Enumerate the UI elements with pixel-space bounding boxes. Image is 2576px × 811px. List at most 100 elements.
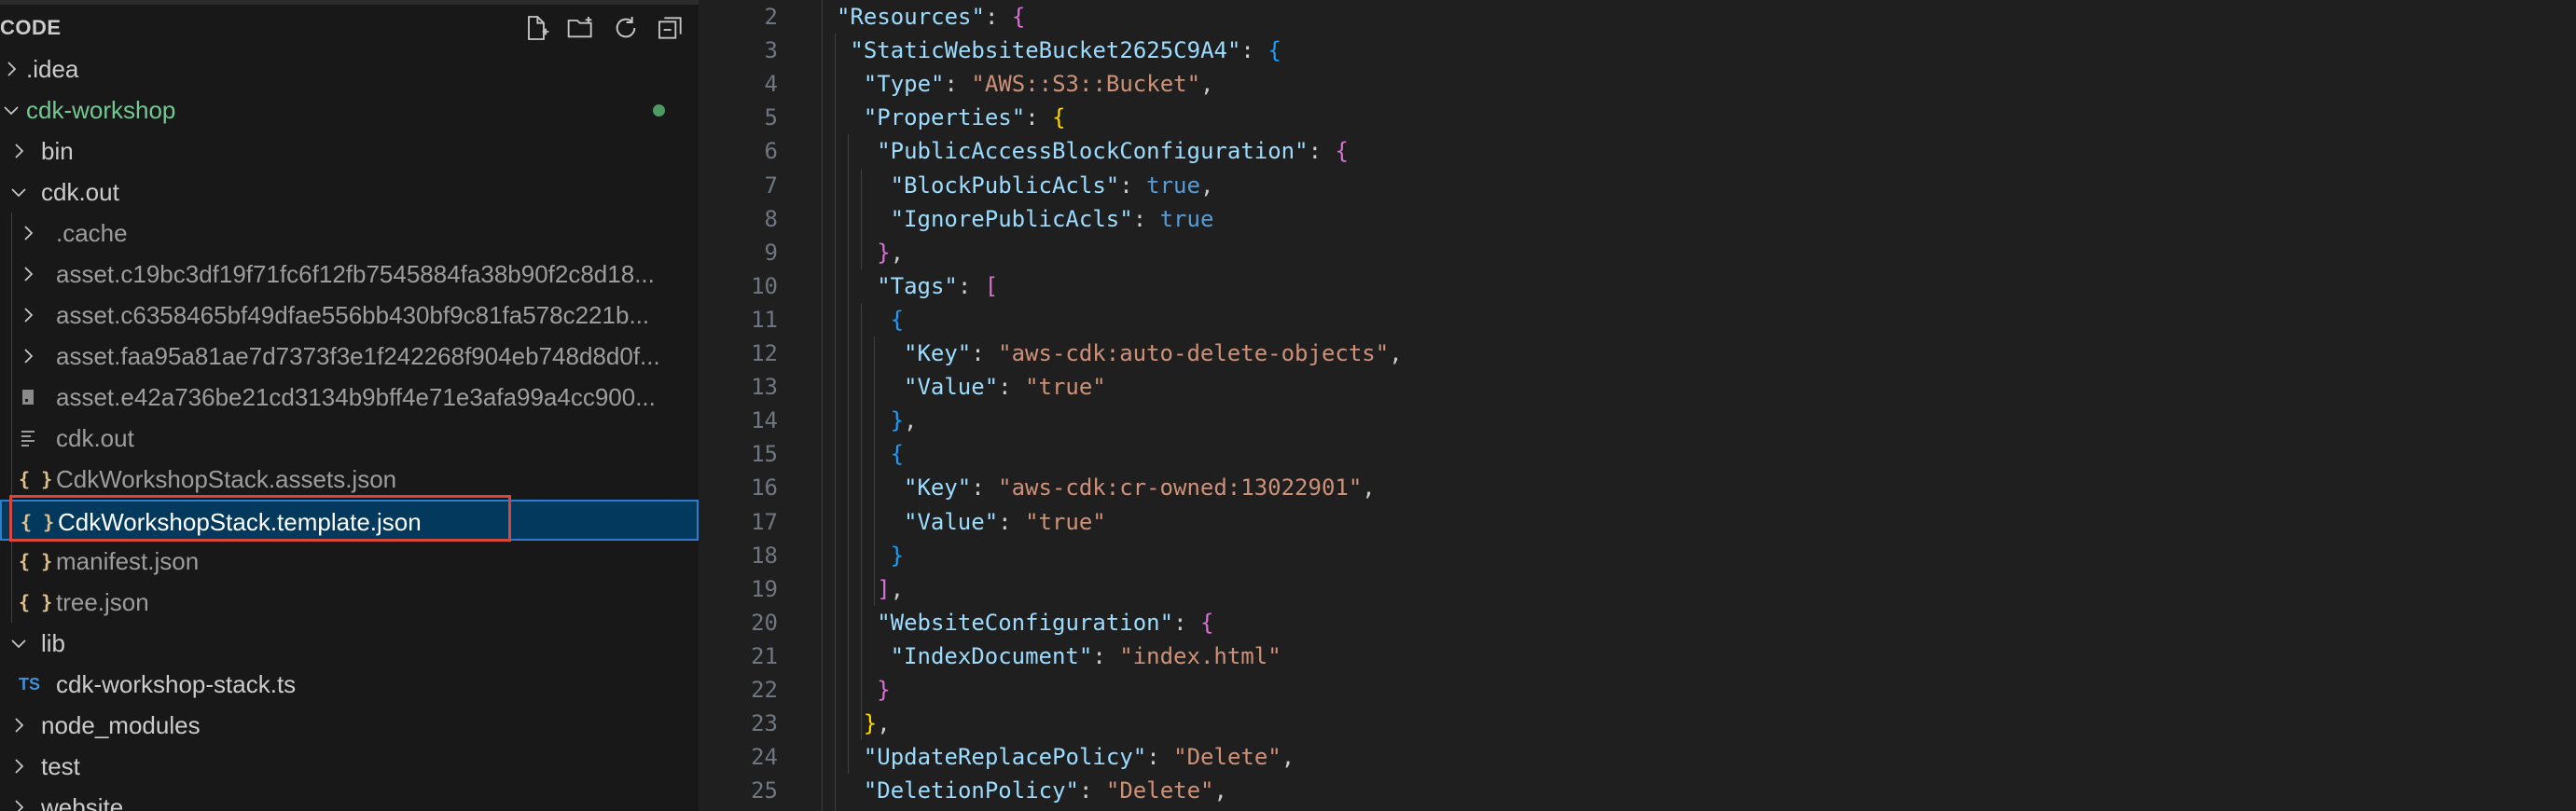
chevron-right-icon[interactable] xyxy=(7,755,30,777)
code-token: : xyxy=(1132,205,1160,232)
code-token: : xyxy=(971,340,999,366)
chevron-right-icon[interactable] xyxy=(17,263,39,285)
code-line[interactable]: }, xyxy=(891,404,918,437)
chevron-right-icon[interactable] xyxy=(17,222,39,244)
code-line[interactable]: "PublicAccessBlockConfiguration": { xyxy=(877,134,1349,168)
code-line[interactable]: "BlockPublicAcls": true, xyxy=(891,169,1214,202)
tree-item-label: cdk-workshop-stack.ts xyxy=(56,670,297,698)
tree-file-cdk-workshop-stack-ts[interactable]: TS cdk-workshop-stack.ts xyxy=(0,664,699,705)
code-line[interactable]: "Value": "true" xyxy=(904,370,1106,404)
code-token: , xyxy=(1213,777,1227,804)
tree-folder-cache[interactable]: .cache xyxy=(0,213,699,254)
tree-file-cdk-out[interactable]: cdk.out xyxy=(0,418,699,459)
tree-file-cdkworkshopstack-assets-json[interactable]: { } CdkWorkshopStack.assets.json xyxy=(0,459,699,500)
tree-item-label: cdk.out xyxy=(41,178,119,206)
binary-file-icon xyxy=(19,377,37,418)
chevron-down-icon[interactable] xyxy=(7,181,30,203)
tree-item-label: asset.e42a736be21cd3134b9bff4e71e3afa99a… xyxy=(56,383,656,411)
line-number: 14 xyxy=(751,407,778,434)
line-number: 17 xyxy=(751,508,778,535)
line-number: 21 xyxy=(751,642,778,669)
code-token: { xyxy=(890,441,905,468)
chevron-down-icon[interactable] xyxy=(0,99,22,121)
code-line[interactable]: "Value": "true" xyxy=(904,505,1106,539)
code-token: : xyxy=(1146,744,1174,771)
code-line[interactable]: { xyxy=(891,437,904,471)
indent-guide xyxy=(848,134,849,775)
line-number: 20 xyxy=(751,609,778,636)
code-token: , xyxy=(1362,474,1376,502)
code-line[interactable]: "StaticWebsiteBucket2625C9A4": { xyxy=(850,34,1281,67)
code-line[interactable]: } xyxy=(877,673,890,707)
chevron-right-icon[interactable] xyxy=(17,345,39,367)
tree-folder-asset-c6358465bf49dfae556bb430bf9c81fa57[interactable]: asset.c6358465bf49dfae556bb430bf9c81fa57… xyxy=(0,295,699,336)
chevron-right-icon[interactable] xyxy=(7,796,30,811)
chevron-down-icon[interactable] xyxy=(7,632,30,654)
code-line[interactable]: "Key": "aws-cdk:cr-owned:13022901", xyxy=(904,471,1376,504)
code-line[interactable]: "WebsiteConfiguration": { xyxy=(877,606,1213,639)
code-line[interactable]: "Key": "aws-cdk:auto-delete-objects", xyxy=(904,337,1403,370)
code-token: : xyxy=(1173,609,1200,636)
code-token: "Value" xyxy=(904,374,999,401)
code-line[interactable]: "IgnorePublicAcls": true xyxy=(891,202,1214,236)
line-number: 19 xyxy=(751,575,778,602)
code-line[interactable]: "IndexDocument": "index.html" xyxy=(891,639,1281,673)
code-line[interactable]: "Type": "AWS::S3::Bucket", xyxy=(864,67,1214,101)
tree-folder-idea[interactable]: .idea xyxy=(0,48,699,89)
tree-folder-test[interactable]: test xyxy=(0,746,699,787)
new-folder-icon[interactable] xyxy=(562,9,600,47)
tree-file-asset-e42a736be21cd3134b9bff4e71e3afa99a[interactable]: asset.e42a736be21cd3134b9bff4e71e3afa99a… xyxy=(0,377,699,418)
tree-folder-website[interactable]: website xyxy=(0,787,699,811)
indent-guide xyxy=(835,34,836,811)
code-token: , xyxy=(904,407,918,434)
code-token: } xyxy=(877,239,891,266)
line-number: 18 xyxy=(751,542,778,569)
tree-folder-cdk-workshop[interactable]: cdk-workshop xyxy=(0,89,699,131)
chevron-right-icon[interactable] xyxy=(17,304,39,326)
tree-file-tree-json[interactable]: { } tree.json xyxy=(0,582,699,623)
code-line[interactable]: "Resources": { xyxy=(837,0,1025,34)
code-line[interactable]: "DeletionPolicy": "Delete", xyxy=(864,774,1227,807)
code-line[interactable]: "Tags": [ xyxy=(877,269,998,303)
code-line[interactable]: }, xyxy=(864,707,891,740)
code-token: , xyxy=(890,575,905,602)
code-token: , xyxy=(1199,172,1214,199)
tree-folder-node-modules[interactable]: node_modules xyxy=(0,705,699,746)
code-token: "IndexDocument" xyxy=(890,642,1093,669)
tree-folder-cdk-out[interactable]: cdk.out xyxy=(0,172,699,213)
tree-folder-bin[interactable]: bin xyxy=(0,131,699,172)
tree-item-label: asset.c6358465bf49dfae556bb430bf9c81fa57… xyxy=(56,301,650,329)
code-token: "DeletionPolicy" xyxy=(863,777,1079,804)
tree-file-manifest-json[interactable]: { } manifest.json xyxy=(0,541,699,582)
code-token: { xyxy=(1267,37,1281,64)
code-token: , xyxy=(1200,71,1214,98)
tree-item-label: test xyxy=(41,752,80,780)
code-line[interactable]: ], xyxy=(877,572,904,606)
explorer-sidebar: CODE .idea cdk-workshop bin cdk.out .cache as… xyxy=(0,0,699,811)
chevron-right-icon[interactable] xyxy=(7,714,30,736)
code-token: "Key" xyxy=(904,474,972,502)
line-number: 15 xyxy=(751,441,778,468)
tree-item-label: cdk-workshop xyxy=(26,96,176,124)
code-token: "BlockPublicAcls" xyxy=(890,172,1120,199)
code-token: "IgnorePublicAcls" xyxy=(890,205,1133,232)
code-token: "PublicAccessBlockConfiguration" xyxy=(877,138,1309,165)
code-line[interactable]: "Properties": { xyxy=(864,101,1066,134)
line-number: 13 xyxy=(751,374,778,401)
chevron-right-icon[interactable] xyxy=(0,58,22,80)
typescript-file-icon: TS xyxy=(19,675,41,694)
tree-folder-asset-c19bc3df19f71fc6f12fb7545884fa38b9[interactable]: asset.c19bc3df19f71fc6f12fb7545884fa38b9… xyxy=(0,254,699,295)
code-line[interactable]: "UpdateReplacePolicy": "Delete", xyxy=(864,740,1295,774)
code-line[interactable]: } xyxy=(891,539,904,572)
code-line[interactable]: }, xyxy=(877,236,904,269)
tree-folder-asset-faa95a81ae7d7373f3e1f242268f904eb7[interactable]: asset.faa95a81ae7d7373f3e1f242268f904eb7… xyxy=(0,336,699,377)
refresh-icon[interactable] xyxy=(607,9,644,47)
chevron-right-icon[interactable] xyxy=(7,140,30,162)
code-token: , xyxy=(1389,340,1403,366)
code-editor[interactable]: 2 "Resources": {3 "StaticWebsiteBucket2625… xyxy=(699,0,2576,811)
collapse-all-icon[interactable] xyxy=(652,9,689,47)
code-line[interactable]: { xyxy=(891,303,904,337)
explorer-title: CODE xyxy=(0,16,62,39)
new-file-icon[interactable] xyxy=(518,9,555,47)
tree-folder-lib[interactable]: lib xyxy=(0,623,699,664)
